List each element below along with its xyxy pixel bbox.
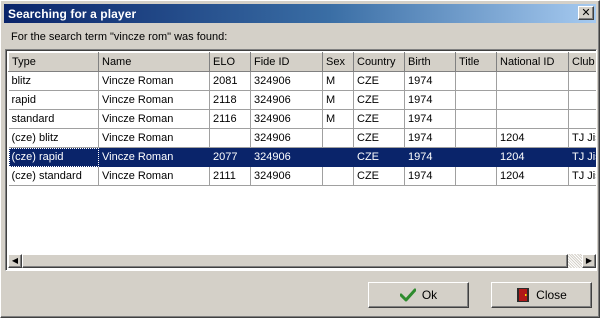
table-header-row: Type Name ELO Fide ID Sex Country Birth Title Na… [8,52,596,72]
title-bar[interactable]: Searching for a player ✕ [4,4,596,23]
cell-elo: 2111 [209,166,251,186]
cell-country: CZE [353,90,405,110]
cell-title [455,166,497,186]
cell-fide-id: 324906 [250,90,323,110]
cell-title [455,147,497,167]
horizontal-scrollbar[interactable]: ◀ ▶ [8,254,596,268]
results-grid[interactable]: Type Name ELO Fide ID Sex Country Birth Title Na… [5,49,597,271]
door-exit-icon [517,288,530,302]
cell-sex [322,128,354,148]
cell-elo: 2116 [209,109,251,129]
close-button[interactable]: Close [491,282,592,308]
cell-country: CZE [353,147,405,167]
table-row[interactable]: rapid Vincze Roman 2118 324906 M CZE 1974 [8,90,596,110]
cell-fide-id: 324906 [250,128,323,148]
cell-club [568,109,596,129]
column-header-country[interactable]: Country [353,52,405,72]
cell-fide-id: 324906 [250,109,323,129]
column-header-birth[interactable]: Birth [404,52,456,72]
search-result-caption: For the search term "vincze rom" was fou… [11,31,228,43]
cell-name: Vincze Roman [98,71,210,91]
table-row[interactable]: standard Vincze Roman 2116 324906 M CZE 1974 [8,109,596,129]
column-header-club[interactable]: Club [568,52,596,72]
window-title: Searching for a player [8,6,137,21]
cell-club: TJ Jisk [568,166,596,186]
cell-country: CZE [353,128,405,148]
ok-button-label: Ok [421,288,438,302]
checkmark-icon [399,288,416,302]
cell-name: Vincze Roman [98,90,210,110]
cell-name: Vincze Roman [98,128,210,148]
cell-fide-id: 324906 [250,71,323,91]
table-row[interactable]: (cze) standard Vincze Roman 2111 324906 CZE 1… [8,166,596,186]
cell-birth: 1974 [404,166,456,186]
cell-title [455,109,497,129]
cell-elo: 2077 [209,147,251,167]
column-header-name[interactable]: Name [98,52,210,72]
cell-club: TJ Jisk [568,147,596,167]
cell-birth: 1974 [404,71,456,91]
column-header-type[interactable]: Type [8,52,99,72]
cell-sex [322,147,354,167]
table-row[interactable]: blitz Vincze Roman 2081 324906 M CZE 1974 [8,71,596,91]
scroll-right-button[interactable]: ▶ [582,254,596,268]
column-header-elo[interactable]: ELO [209,52,251,72]
cell-elo: 2081 [209,71,251,91]
player-search-dialog: Searching for a player ✕ For the search … [0,0,600,318]
cell-name: Vincze Roman [98,109,210,129]
cell-sex [322,166,354,186]
cell-type: (cze) blitz [8,128,99,148]
scroll-left-button[interactable]: ◀ [8,254,22,268]
table-row[interactable]: (cze) rapid Vincze Roman 2077 324906 CZE 1974… [8,147,596,167]
cell-elo [209,128,251,148]
cell-club [568,90,596,110]
cell-type: rapid [8,90,99,110]
cell-title [455,90,497,110]
cell-country: CZE [353,166,405,186]
table-row[interactable]: (cze) blitz Vincze Roman 324906 CZE 1974 1204… [8,128,596,148]
column-header-fide-id[interactable]: Fide ID [250,52,323,72]
scrollbar-thumb[interactable] [22,254,568,268]
ok-button[interactable]: Ok [368,282,469,308]
column-header-national-id[interactable]: National ID [496,52,569,72]
cell-national-id: 1204 [496,147,569,167]
cell-birth: 1974 [404,90,456,110]
cell-club: TJ Jisk [568,128,596,148]
cell-sex: M [322,90,354,110]
cell-club [568,71,596,91]
cell-national-id [496,109,569,129]
column-header-sex[interactable]: Sex [322,52,354,72]
cell-birth: 1974 [404,147,456,167]
cell-fide-id: 324906 [250,166,323,186]
close-button-label: Close [536,288,567,302]
cell-type: standard [8,109,99,129]
cell-name: Vincze Roman [98,147,210,167]
grid-viewport: Type Name ELO Fide ID Sex Country Birth Title Na… [8,52,596,255]
cell-country: CZE [353,71,405,91]
cell-title [455,128,497,148]
table-body: blitz Vincze Roman 2081 324906 M CZE 1974 rapid… [8,71,596,186]
cell-sex: M [322,71,354,91]
cell-type: (cze) rapid [8,147,99,167]
cell-country: CZE [353,109,405,129]
cell-elo: 2118 [209,90,251,110]
column-header-title[interactable]: Title [455,52,497,72]
cell-national-id [496,71,569,91]
cell-title [455,71,497,91]
cell-sex: M [322,109,354,129]
cell-national-id: 1204 [496,128,569,148]
cell-name: Vincze Roman [98,166,210,186]
results-table: Type Name ELO Fide ID Sex Country Birth Title Na… [8,52,596,186]
cell-birth: 1974 [404,128,456,148]
cell-national-id [496,90,569,110]
cell-type: blitz [8,71,99,91]
cell-type: (cze) standard [8,166,99,186]
cell-fide-id: 324906 [250,147,323,167]
close-window-button[interactable]: ✕ [578,6,594,20]
cell-birth: 1974 [404,109,456,129]
cell-national-id: 1204 [496,166,569,186]
